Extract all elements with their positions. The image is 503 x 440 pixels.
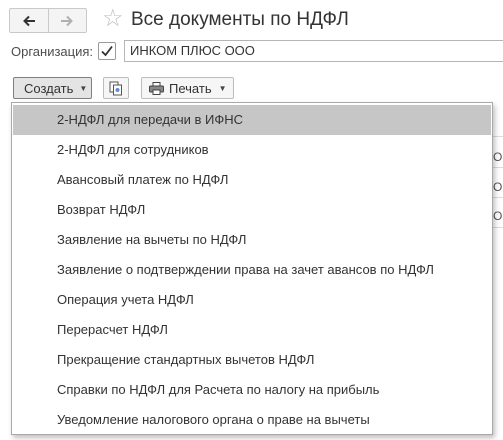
menu-item[interactable]: Перерасчет НДФЛ (13, 315, 491, 345)
create-button[interactable]: Создать ▼ (13, 77, 92, 99)
menu-item[interactable]: 2-НДФЛ для сотрудников (13, 135, 491, 165)
menu-item[interactable]: Заявление на вычеты по НДФЛ (13, 225, 491, 255)
menu-item[interactable]: Операция учета НДФЛ (13, 285, 491, 315)
navigation-buttons (9, 8, 87, 33)
chevron-down-icon: ▼ (218, 83, 227, 93)
create-dropdown-menu: 2-НДФЛ для передачи в ИФНС 2-НДФЛ для со… (11, 102, 493, 435)
organization-label: Организация: (11, 44, 94, 59)
arrow-right-icon (61, 15, 74, 26)
forward-button[interactable] (47, 9, 87, 32)
menu-item[interactable]: 2-НДФЛ для передачи в ИФНС (13, 105, 491, 135)
menu-item[interactable]: Справки по НДФЛ для Расчета по налогу на… (13, 375, 491, 405)
arrow-left-icon (22, 15, 35, 26)
menu-item[interactable]: Возврат НДФЛ (13, 195, 491, 225)
star-icon[interactable]: ☆ (102, 5, 124, 33)
menu-item[interactable]: Авансовый платеж по НДФЛ (13, 165, 491, 195)
copy-document-icon (109, 81, 122, 95)
menu-item[interactable]: Заявление о подтверждении права на зачет… (13, 255, 491, 285)
copy-button[interactable] (103, 77, 129, 99)
print-button-label: Печать (169, 80, 212, 96)
print-button[interactable]: Печать ▼ (141, 77, 234, 99)
create-button-label: Создать (24, 80, 74, 96)
back-button[interactable] (10, 9, 48, 32)
list-cell-fragment: О (493, 209, 503, 223)
checkmark-icon (101, 45, 113, 57)
organization-checkbox[interactable] (98, 42, 116, 60)
list-cell-fragment: О (493, 180, 503, 194)
chevron-down-icon: ▼ (79, 83, 88, 93)
menu-item[interactable]: Уведомление налогового органа о праве на… (13, 405, 491, 435)
menu-item[interactable]: Прекращение стандартных вычетов НДФЛ (13, 345, 491, 375)
list-cell-fragment: О (493, 150, 503, 164)
organization-field[interactable]: ИНКОМ ПЛЮС ООО (124, 40, 503, 62)
page-title: Все документы по НДФЛ (131, 9, 349, 30)
printer-icon (149, 81, 164, 95)
